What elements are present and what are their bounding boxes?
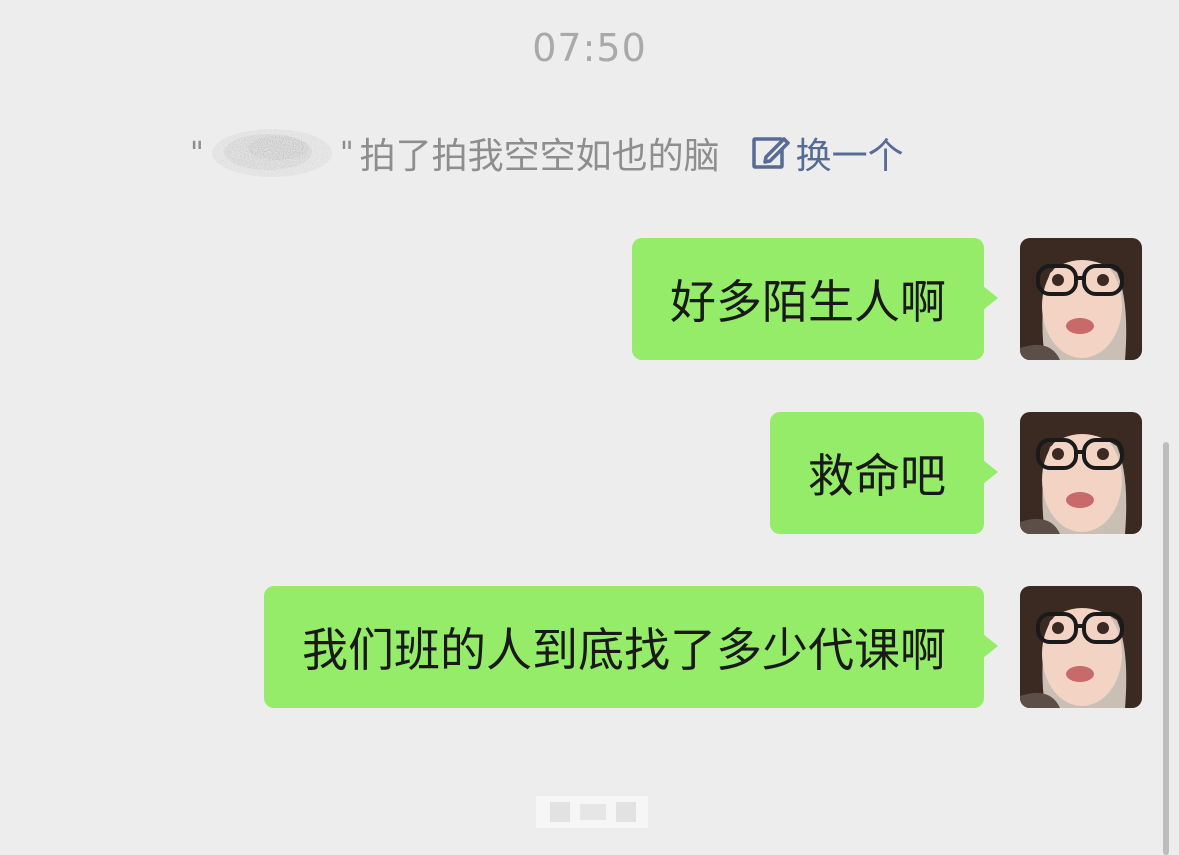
message-row: 好多陌生人啊 bbox=[632, 238, 1142, 360]
avatar[interactable] bbox=[1020, 586, 1142, 708]
message-bubble[interactable]: 好多陌生人啊 bbox=[632, 238, 998, 360]
message-text: 好多陌生人啊 bbox=[670, 275, 946, 329]
message-row: 我们班的人到底找了多少代课啊 bbox=[264, 586, 1142, 708]
message-bubble[interactable]: 我们班的人到底找了多少代课啊 bbox=[264, 586, 998, 708]
message-row: 救命吧 bbox=[770, 412, 1142, 534]
message-text: 我们班的人到底找了多少代课啊 bbox=[302, 623, 946, 677]
scrollbar[interactable] bbox=[1163, 442, 1169, 855]
message-bubble[interactable]: 救命吧 bbox=[770, 412, 998, 534]
change-pat-label: 换一个 bbox=[795, 136, 904, 177]
avatar[interactable] bbox=[1020, 412, 1142, 534]
pat-notice: " " 拍了拍我空空如也的脑 换一个 bbox=[190, 126, 904, 180]
message-timestamp: 07:50 bbox=[532, 26, 647, 70]
change-pat-button[interactable]: 换一个 bbox=[750, 127, 904, 179]
quote-close: " bbox=[339, 135, 354, 171]
blurred-watermark bbox=[536, 792, 648, 832]
avatar[interactable] bbox=[1020, 238, 1142, 360]
message-text: 救命吧 bbox=[808, 449, 946, 503]
redacted-username bbox=[208, 126, 336, 180]
quote-open: " bbox=[190, 135, 204, 171]
edit-icon bbox=[751, 137, 790, 169]
pat-text: 拍了拍我空空如也的脑 bbox=[359, 136, 720, 177]
